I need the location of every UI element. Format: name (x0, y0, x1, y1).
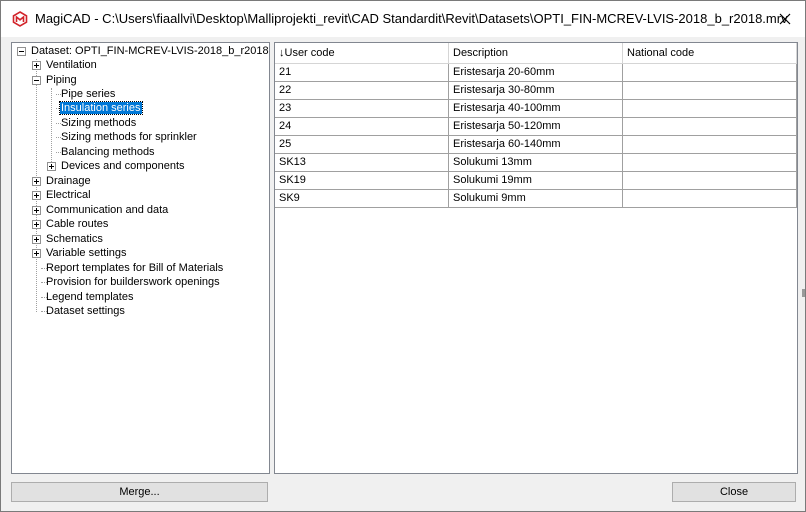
cell-user-code[interactable]: SK19 (275, 172, 449, 190)
table-row[interactable]: 23 Eristesarja 40-100mm (275, 100, 797, 118)
expand-toggle[interactable] (32, 249, 41, 258)
cell-description[interactable]: Solukumi 9mm (449, 190, 623, 208)
close-icon (779, 13, 791, 25)
cell-description[interactable]: Eristesarja 30-80mm (449, 82, 623, 100)
tree-item-devices-components[interactable]: Devices and components (60, 159, 186, 173)
table-row[interactable]: SK19 Solukumi 19mm (275, 172, 797, 190)
cell-national-code[interactable] (623, 190, 797, 208)
tree-item-drainage[interactable]: Drainage (45, 174, 92, 188)
cell-user-code[interactable]: 21 (275, 64, 449, 82)
column-header-national-code[interactable]: National code (623, 43, 797, 63)
close-button[interactable]: Close (672, 482, 796, 502)
window-close-button[interactable] (765, 1, 805, 37)
cell-user-code[interactable]: 23 (275, 100, 449, 118)
cell-national-code[interactable] (623, 100, 797, 118)
table-row[interactable]: 24 Eristesarja 50-120mm (275, 118, 797, 136)
tree-item-variable-settings[interactable]: Variable settings (45, 246, 128, 260)
tree-item-ventilation[interactable]: Ventilation (45, 58, 98, 72)
column-header-description[interactable]: Description (449, 43, 623, 63)
cell-description[interactable]: Eristesarja 40-100mm (449, 100, 623, 118)
tree-item-electrical[interactable]: Electrical (45, 188, 92, 202)
tree-item-dataset-settings[interactable]: Dataset settings (45, 304, 126, 318)
expand-toggle[interactable] (32, 191, 41, 200)
expand-toggle[interactable] (32, 220, 41, 229)
tree-connector (51, 88, 52, 164)
tree-item-insulation-series[interactable]: Insulation series (59, 101, 143, 115)
cell-national-code[interactable] (623, 82, 797, 100)
cell-description[interactable]: Eristesarja 50-120mm (449, 118, 623, 136)
cell-user-code[interactable]: 22 (275, 82, 449, 100)
expand-toggle[interactable] (32, 177, 41, 186)
cell-national-code[interactable] (623, 154, 797, 172)
collapse-toggle[interactable] (32, 76, 41, 85)
cell-national-code[interactable] (623, 64, 797, 82)
tree-item-piping[interactable]: Piping (45, 73, 78, 87)
cell-description[interactable]: Eristesarja 60-140mm (449, 136, 623, 154)
tree-item-sizing-sprinkler[interactable]: Sizing methods for sprinkler (60, 130, 198, 144)
window-title: MagiCAD - C:\Users\fiaallvi\Desktop\Mall… (35, 11, 788, 26)
magicad-logo-icon (12, 11, 28, 27)
dataset-tree[interactable]: Dataset: OPTI_FIN-MCREV-LVIS-2018_b_r201… (11, 42, 270, 474)
cell-description[interactable]: Solukumi 13mm (449, 154, 623, 172)
tree-item-sizing-methods[interactable]: Sizing methods (60, 116, 137, 130)
table-row[interactable]: SK13 Solukumi 13mm (275, 154, 797, 172)
tree-item-schematics[interactable]: Schematics (45, 232, 104, 246)
tree-item-provision[interactable]: Provision for builderswork openings (45, 275, 221, 289)
expand-toggle[interactable] (32, 235, 41, 244)
table-row[interactable]: 22 Eristesarja 30-80mm (275, 82, 797, 100)
expand-toggle[interactable] (32, 206, 41, 215)
collapse-toggle[interactable] (17, 47, 26, 56)
cell-user-code[interactable]: 25 (275, 136, 449, 154)
tree-item-communication[interactable]: Communication and data (45, 203, 169, 217)
tree-root[interactable]: Dataset: OPTI_FIN-MCREV-LVIS-2018_b_r201… (30, 44, 269, 58)
table-row[interactable]: 25 Eristesarja 60-140mm (275, 136, 797, 154)
merge-button[interactable]: Merge... (11, 482, 268, 502)
splitter-grip[interactable] (802, 289, 805, 297)
magicad-dialog: MagiCAD - C:\Users\fiaallvi\Desktop\Mall… (0, 0, 806, 512)
tree-item-cable-routes[interactable]: Cable routes (45, 217, 109, 231)
table-row[interactable]: SK9 Solukumi 9mm (275, 190, 797, 208)
tree-item-report-templates[interactable]: Report templates for Bill of Materials (45, 261, 224, 275)
title-bar: MagiCAD - C:\Users\fiaallvi\Desktop\Mall… (1, 1, 805, 37)
cell-description[interactable]: Eristesarja 20-60mm (449, 64, 623, 82)
expand-toggle[interactable] (32, 61, 41, 70)
tree-item-pipe-series[interactable]: Pipe series (60, 87, 116, 101)
cell-user-code[interactable]: 24 (275, 118, 449, 136)
grid-header: ↓User code Description National code (275, 43, 797, 64)
cell-description[interactable]: Solukumi 19mm (449, 172, 623, 190)
cell-national-code[interactable] (623, 118, 797, 136)
tree-item-legend-templates[interactable]: Legend templates (45, 290, 134, 304)
insulation-series-grid[interactable]: ↓User code Description National code 21 … (274, 42, 798, 474)
expand-toggle[interactable] (47, 162, 56, 171)
cell-user-code[interactable]: SK9 (275, 190, 449, 208)
cell-national-code[interactable] (623, 172, 797, 190)
cell-user-code[interactable]: SK13 (275, 154, 449, 172)
table-row[interactable]: 21 Eristesarja 20-60mm (275, 64, 797, 82)
column-header-user-code[interactable]: ↓User code (275, 43, 449, 63)
cell-national-code[interactable] (623, 136, 797, 154)
tree-item-balancing-methods[interactable]: Balancing methods (60, 145, 156, 159)
